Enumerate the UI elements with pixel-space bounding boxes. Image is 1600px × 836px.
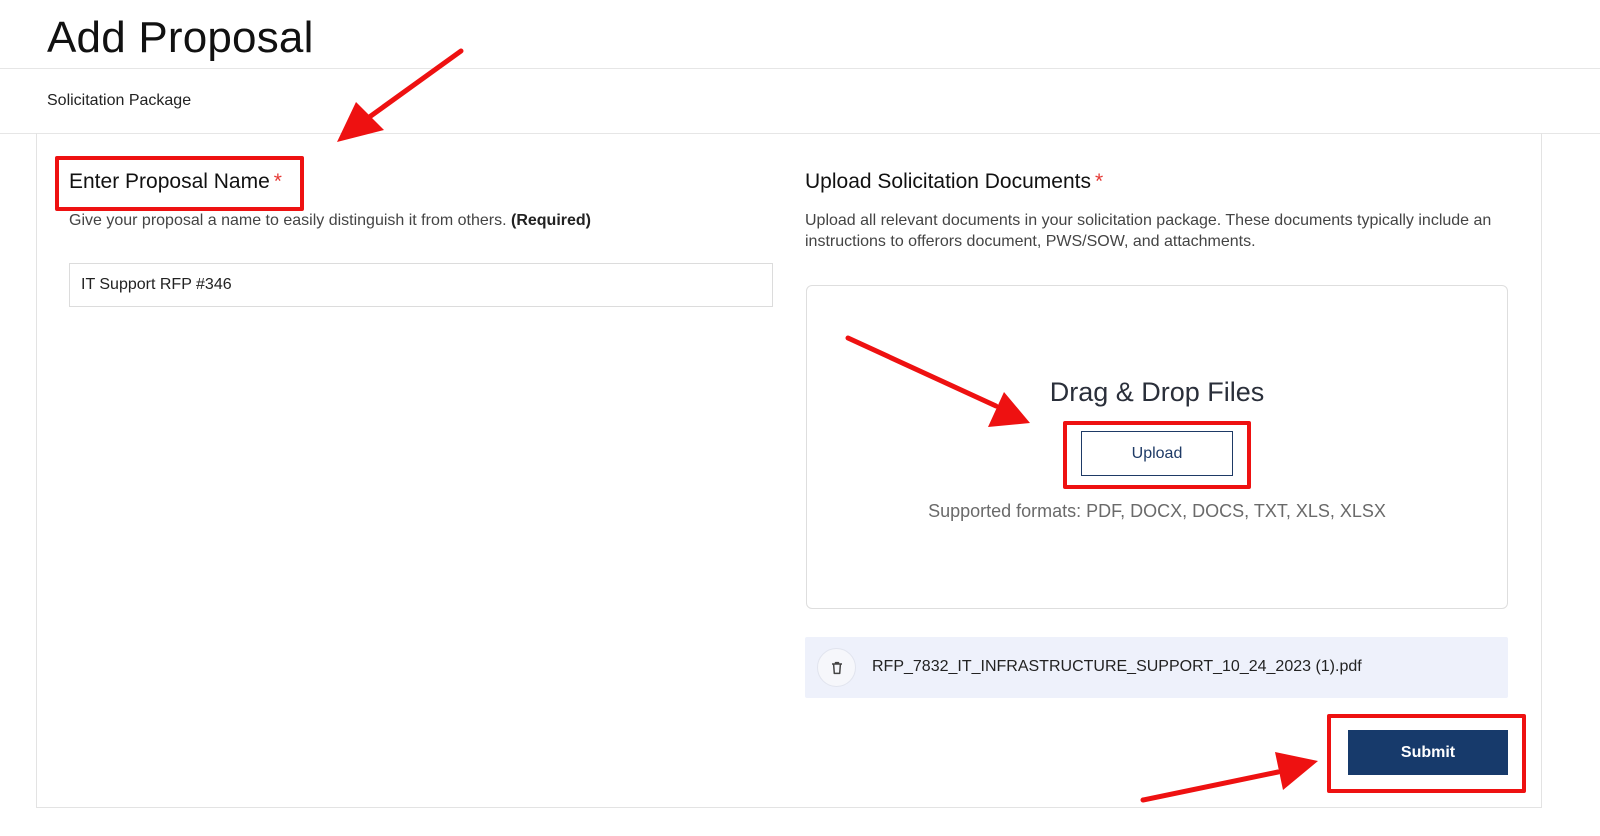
upload-documents-title: Upload Solicitation Documents * — [805, 169, 1103, 195]
upload-documents-description: Upload all relevant documents in your so… — [805, 212, 1492, 250]
page-title: Add Proposal — [47, 13, 314, 62]
proposal-name-description: Give your proposal a name to easily dist… — [69, 210, 591, 231]
uploaded-file-name: RFP_7832_IT_INFRASTRUCTURE_SUPPORT_10_24… — [872, 658, 1362, 675]
trash-icon — [831, 661, 842, 674]
submit-button[interactable]: Submit — [1348, 730, 1508, 775]
file-dropzone[interactable]: Drag & Drop Files Upload Supported forma… — [806, 285, 1508, 609]
subnav-solicitation-package[interactable]: Solicitation Package — [47, 91, 191, 111]
header-divider — [0, 68, 1600, 69]
uploaded-file-row: RFP_7832_IT_INFRASTRUCTURE_SUPPORT_10_24… — [805, 637, 1508, 698]
proposal-name-title: Enter Proposal Name * — [69, 169, 282, 195]
proposal-name-label: Enter Proposal Name — [69, 170, 270, 193]
drag-drop-title: Drag & Drop Files — [1049, 377, 1265, 407]
required-note: (Required) — [511, 212, 591, 229]
required-asterisk: * — [273, 170, 282, 193]
supported-formats: Supported formats: PDF, DOCX, DOCS, TXT,… — [928, 501, 1386, 521]
delete-file-button[interactable] — [817, 648, 856, 687]
upload-button[interactable]: Upload — [1081, 431, 1233, 476]
arrow-to-proposal-name — [337, 48, 464, 142]
upload-documents-label: Upload Solicitation Documents — [805, 170, 1091, 193]
required-asterisk: * — [1094, 170, 1104, 193]
proposal-name-input[interactable] — [69, 263, 773, 307]
proposal-name-help-text: Give your proposal a name to easily dist… — [69, 212, 507, 229]
